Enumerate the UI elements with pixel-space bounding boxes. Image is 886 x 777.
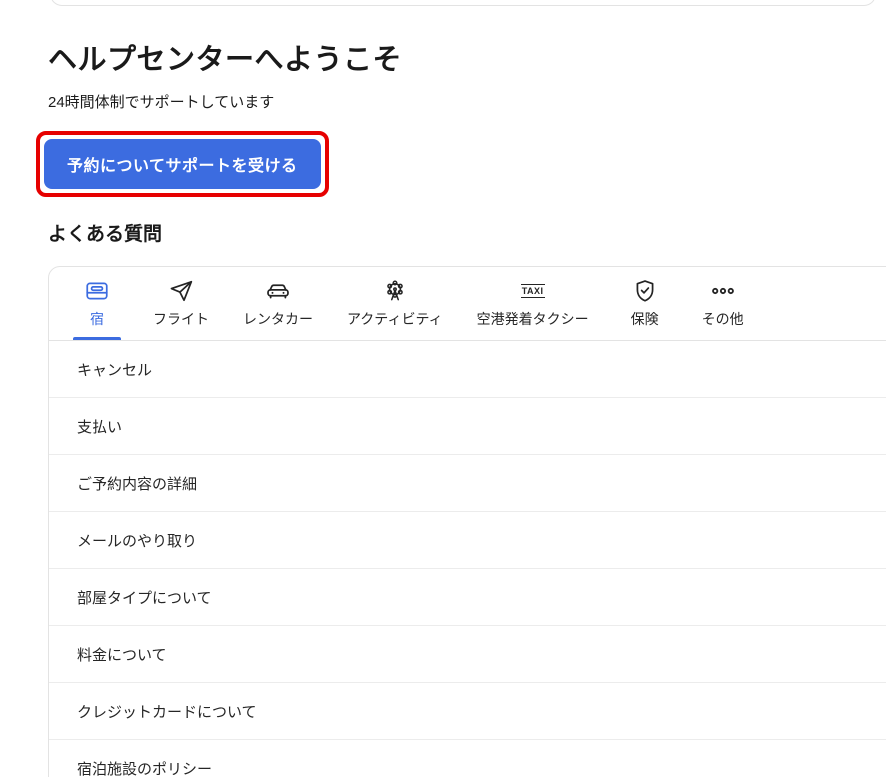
plane-icon — [170, 280, 193, 302]
tab-label: 空港発着タクシー — [476, 311, 589, 327]
faq-heading: よくある質問 — [48, 224, 163, 245]
tab-label: 宿 — [90, 311, 104, 327]
bed-icon — [86, 282, 108, 300]
tab-icon-slot — [382, 278, 408, 304]
faq-row-label: クレジットカードについて — [77, 703, 257, 721]
tab-icon-slot — [710, 278, 736, 304]
main-content: ヘルプセンターへようこそ 24時間体制でサポートしています 予約についてサポート… — [0, 0, 886, 777]
faq-list: キャンセル 支払い ご予約内容の詳細 メールのやり取り 部屋タイプについて 料金… — [49, 341, 886, 777]
taxi-icon: TAXI — [520, 283, 545, 299]
page-title: ヘルプセンターへようこそ — [48, 44, 403, 76]
car-icon — [267, 284, 289, 299]
help-center-page: ヘルプセンターへようこそ 24時間体制でサポートしています 予約についてサポート… — [0, 0, 886, 777]
tab-label: その他 — [701, 311, 744, 327]
faq-row-cancellations[interactable]: キャンセル — [49, 341, 886, 398]
top-cropped-card — [50, 0, 876, 6]
tab-stays[interactable]: 宿 — [73, 267, 121, 340]
tab-label: フライト — [153, 311, 209, 327]
faq-row-room-types[interactable]: 部屋タイプについて — [49, 569, 886, 626]
shield-check-icon — [636, 280, 654, 302]
tab-icon-slot: TAXI — [520, 278, 545, 304]
faq-row-label: 宿泊施設のポリシー — [77, 760, 213, 777]
faq-row-property-policies[interactable]: 宿泊施設のポリシー — [49, 740, 886, 777]
support-hours-text: 24時間体制でサポートしています — [48, 94, 275, 111]
tab-activities[interactable]: アクティビティ — [345, 267, 445, 340]
faq-row-label: 支払い — [77, 418, 123, 436]
tab-bar: 宿 フライト レンタカー アクティビティ TAXI 空港発着タクシー 保険 その… — [49, 267, 886, 341]
get-booking-support-button[interactable]: 予約についてサポートを受ける — [44, 139, 321, 189]
faq-row-label: 料金について — [77, 646, 167, 664]
tab-icon-slot — [632, 278, 658, 304]
tab-icon-slot — [168, 278, 194, 304]
tab-label: レンタカー — [243, 311, 313, 327]
more-dots-icon — [711, 287, 734, 295]
faq-row-label: ご予約内容の詳細 — [77, 475, 198, 493]
faq-row-label: メールのやり取り — [77, 532, 198, 550]
annotation-highlight-box: 予約についてサポートを受ける — [36, 131, 329, 197]
tab-other[interactable]: その他 — [699, 267, 747, 340]
tab-icon-slot — [84, 278, 110, 304]
faq-row-email-correspondence[interactable]: メールのやり取り — [49, 512, 886, 569]
tab-icon-slot — [265, 278, 291, 304]
faq-row-booking-details[interactable]: ご予約内容の詳細 — [49, 455, 886, 512]
tab-insurance[interactable]: 保険 — [621, 267, 669, 340]
tab-flights[interactable]: フライト — [151, 267, 211, 340]
tab-rental-cars[interactable]: レンタカー — [241, 267, 315, 340]
tab-label: 保険 — [630, 311, 659, 327]
tab-airport-taxis[interactable]: TAXI 空港発着タクシー — [475, 267, 591, 340]
faq-row-credit-cards[interactable]: クレジットカードについて — [49, 683, 886, 740]
faq-row-payment[interactable]: 支払い — [49, 398, 886, 455]
faq-row-label: キャンセル — [77, 361, 153, 379]
faq-row-label: 部屋タイプについて — [77, 589, 212, 607]
ferris-wheel-icon — [387, 280, 403, 301]
faq-row-pricing[interactable]: 料金について — [49, 626, 886, 683]
faq-card: 宿 フライト レンタカー アクティビティ TAXI 空港発着タクシー 保険 その… — [48, 266, 886, 777]
tab-label: アクティビティ — [347, 311, 443, 327]
